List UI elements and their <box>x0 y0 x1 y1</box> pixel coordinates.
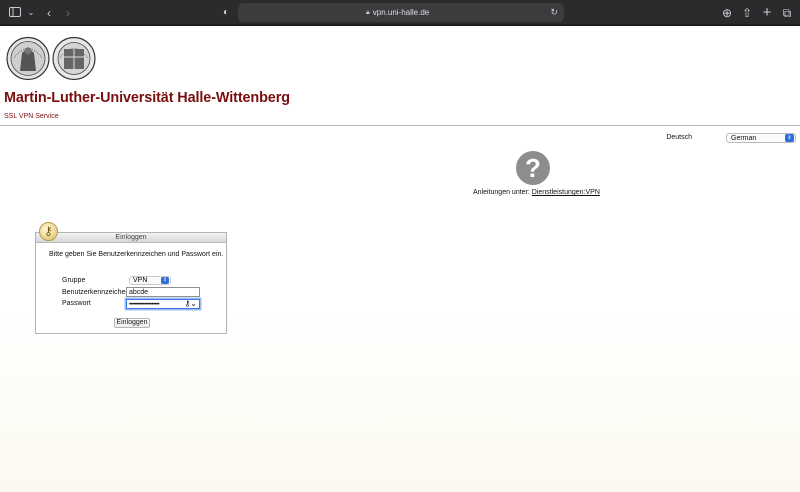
select-arrows-icon: ⇕ <box>785 134 794 142</box>
new-tab-icon[interactable]: + <box>758 4 776 22</box>
password-key-icon[interactable]: ⚷⌄ <box>184 299 197 308</box>
login-panel-header: Einloggen <box>36 233 226 243</box>
help-label: Anleitungen unter: <box>473 189 530 196</box>
lock-icon: 🔒︎ <box>366 9 370 16</box>
reload-icon[interactable]: ↻ <box>550 3 558 22</box>
seal-left-icon <box>6 36 50 81</box>
password-label: Passwort <box>62 300 91 307</box>
header-divider <box>0 125 800 126</box>
username-value: abcde <box>129 289 149 296</box>
group-select[interactable]: VPN ⇕ <box>129 276 171 285</box>
language-selected: German <box>731 135 757 142</box>
group-selected: VPN <box>133 277 148 284</box>
help-text: Anleitungen unter: Dienstleistungen:VPN <box>473 189 600 196</box>
username-label: Benutzerkennzeichen <box>62 289 130 296</box>
url-text: vpn.uni-halle.de <box>372 8 430 17</box>
language-label: Deutsch <box>666 134 692 141</box>
login-panel-title: Einloggen <box>115 234 147 241</box>
download-icon[interactable]: ⊕ <box>718 4 736 22</box>
language-selector: Deutsch German ⇕ <box>596 133 796 144</box>
help-link[interactable]: Dienstleistungen:VPN <box>532 189 600 196</box>
seal-right-icon <box>52 36 96 81</box>
select-arrows-icon: ⇕ <box>161 277 169 284</box>
password-value: •••••••••••••••••••• <box>129 302 160 308</box>
password-field[interactable]: •••••••••••••••••••• ⚷⌄ <box>126 299 200 309</box>
page-subtitle: SSL VPN Service <box>4 113 59 120</box>
page-content: Martin-Luther-Universität Halle-Wittenbe… <box>0 28 800 492</box>
tabs-icon[interactable]: ⧉ <box>778 4 796 22</box>
page-title: Martin-Luther-Universität Halle-Wittenbe… <box>4 90 290 106</box>
login-prompt: Bitte geben Sie Benutzerkennzeichen und … <box>49 251 224 258</box>
login-button[interactable]: Einloggen <box>114 318 150 328</box>
browser-toolbar: ⌄ ‹ › ◐ 🔒︎ vpn.uni-halle.de ↻ ⊕ ⇧ + ⧉ <box>0 0 800 26</box>
address-bar[interactable]: 🔒︎ vpn.uni-halle.de ↻ <box>238 3 564 22</box>
key-icon: ⚷ <box>39 222 58 241</box>
login-panel: Einloggen ⚷ Bitte geben Sie Benutzerkenn… <box>35 222 227 334</box>
back-icon[interactable]: ‹ <box>40 4 58 22</box>
username-field[interactable]: abcde <box>126 287 200 297</box>
chevron-down-icon[interactable]: ⌄ <box>22 4 40 22</box>
forward-icon[interactable]: › <box>59 4 77 22</box>
shield-icon[interactable]: ◐ <box>217 4 235 22</box>
language-select[interactable]: German ⇕ <box>726 133 796 143</box>
share-icon[interactable]: ⇧ <box>738 4 756 22</box>
group-label: Gruppe <box>62 277 86 284</box>
help-icon: ? <box>516 151 550 185</box>
